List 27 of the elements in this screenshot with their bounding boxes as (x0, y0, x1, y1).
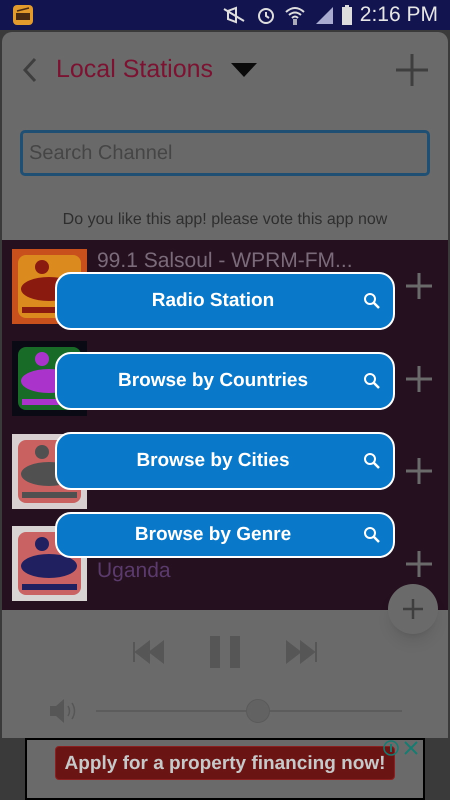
info-icon[interactable] (383, 740, 399, 756)
add-icon[interactable] (406, 458, 432, 484)
status-time: 2:16 PM (360, 2, 438, 28)
menu-button[interactable]: Browse by Countries (55, 352, 395, 410)
alarm-icon (256, 5, 276, 25)
search-icon (363, 526, 381, 544)
add-icon[interactable] (396, 54, 428, 86)
search-icon (363, 452, 381, 470)
add-icon[interactable] (406, 366, 432, 392)
search-icon (363, 372, 381, 390)
dropdown-caret-icon[interactable] (231, 63, 258, 77)
menu-button[interactable]: Radio Station (55, 272, 395, 330)
search-icon (363, 292, 381, 310)
ad-button[interactable]: Apply for a property financing now! (55, 746, 395, 780)
menu-button[interactable]: Browse by Cities (55, 432, 395, 490)
screen-title: Local Stations (56, 54, 214, 86)
menu-button[interactable]: Browse by Genre (55, 512, 395, 558)
add-icon[interactable] (406, 273, 432, 300)
station-name[interactable]: 99.1 Salsoul - WPRM-FM... (97, 250, 353, 271)
add-icon[interactable] (406, 550, 432, 577)
signal-icon (314, 5, 334, 25)
battery-icon (342, 5, 352, 25)
back-icon[interactable] (22, 56, 38, 84)
add-icon (403, 599, 423, 619)
wifi-icon (284, 5, 306, 25)
vote-prompt[interactable]: Do you like this app! please vote this app now (62, 211, 388, 228)
radio-app-icon (12, 4, 34, 26)
